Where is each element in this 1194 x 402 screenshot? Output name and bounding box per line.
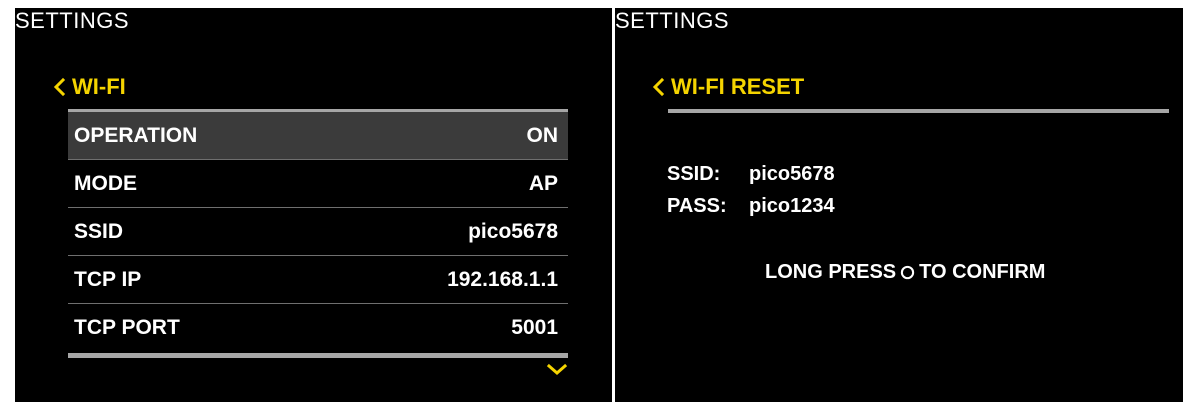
screen-header: SETTINGS [15, 8, 130, 33]
settings-row-mode[interactable]: MODE AP [68, 160, 568, 208]
circle-button-icon [900, 265, 915, 280]
row-value: pico5678 [468, 219, 558, 243]
screen-header: SETTINGS [615, 8, 730, 33]
row-label: MODE [74, 171, 137, 195]
wifi-reset-screen: SETTINGS WI-FI RESET SSID: pico5678 PASS… [615, 8, 1183, 402]
pass-value: pico1234 [749, 194, 835, 217]
ssid-line: SSID: pico5678 [667, 158, 835, 190]
settings-row-operation[interactable]: OPERATION ON [68, 112, 568, 160]
confirm-text-before: LONG PRESS [765, 261, 897, 283]
row-label: TCP PORT [74, 316, 180, 339]
chevron-left-icon [53, 77, 66, 97]
back-label: WI-FI [72, 74, 126, 99]
settings-row-tcp-port[interactable]: TCP PORT 5001 [68, 304, 568, 352]
ssid-key: SSID: [667, 162, 721, 185]
row-value: AP [528, 171, 558, 195]
pass-key: PASS: [667, 194, 727, 217]
wifi-settings-screen: SETTINGS WI-FI OPERATION ON MODE AP SSID… [15, 8, 612, 402]
back-button-wifi[interactable]: WI-FI [52, 74, 126, 100]
confirm-text-after: TO CONFIRM [919, 261, 1046, 283]
divider-bottom [68, 353, 568, 358]
pass-line: PASS: pico1234 [667, 190, 835, 222]
chevron-left-icon [652, 77, 665, 97]
divider-top [668, 109, 1169, 113]
ssid-value: pico5678 [749, 162, 835, 185]
settings-row-tcp-ip[interactable]: TCP IP 192.168.1.1 [68, 256, 568, 304]
row-value: 192.168.1.1 [447, 267, 558, 291]
credentials: SSID: pico5678 PASS: pico1234 [667, 158, 835, 222]
settings-row-ssid[interactable]: SSID pico5678 [68, 208, 568, 256]
back-label: WI-FI RESET [671, 74, 805, 99]
row-label: SSID [74, 219, 124, 243]
back-button-wifi-reset[interactable]: WI-FI RESET [651, 74, 804, 100]
row-value: ON [526, 123, 559, 147]
row-label: TCP IP [74, 267, 142, 291]
confirm-instruction: LONG PRESS TO CONFIRM [765, 261, 1045, 284]
settings-list: OPERATION ON MODE AP SSID pico5678 TCP I… [68, 112, 568, 352]
row-value: 5001 [511, 316, 558, 339]
row-label: OPERATION [74, 123, 198, 147]
chevron-down-icon[interactable] [546, 363, 568, 377]
screens-container: SETTINGS WI-FI OPERATION ON MODE AP SSID… [0, 0, 1194, 402]
